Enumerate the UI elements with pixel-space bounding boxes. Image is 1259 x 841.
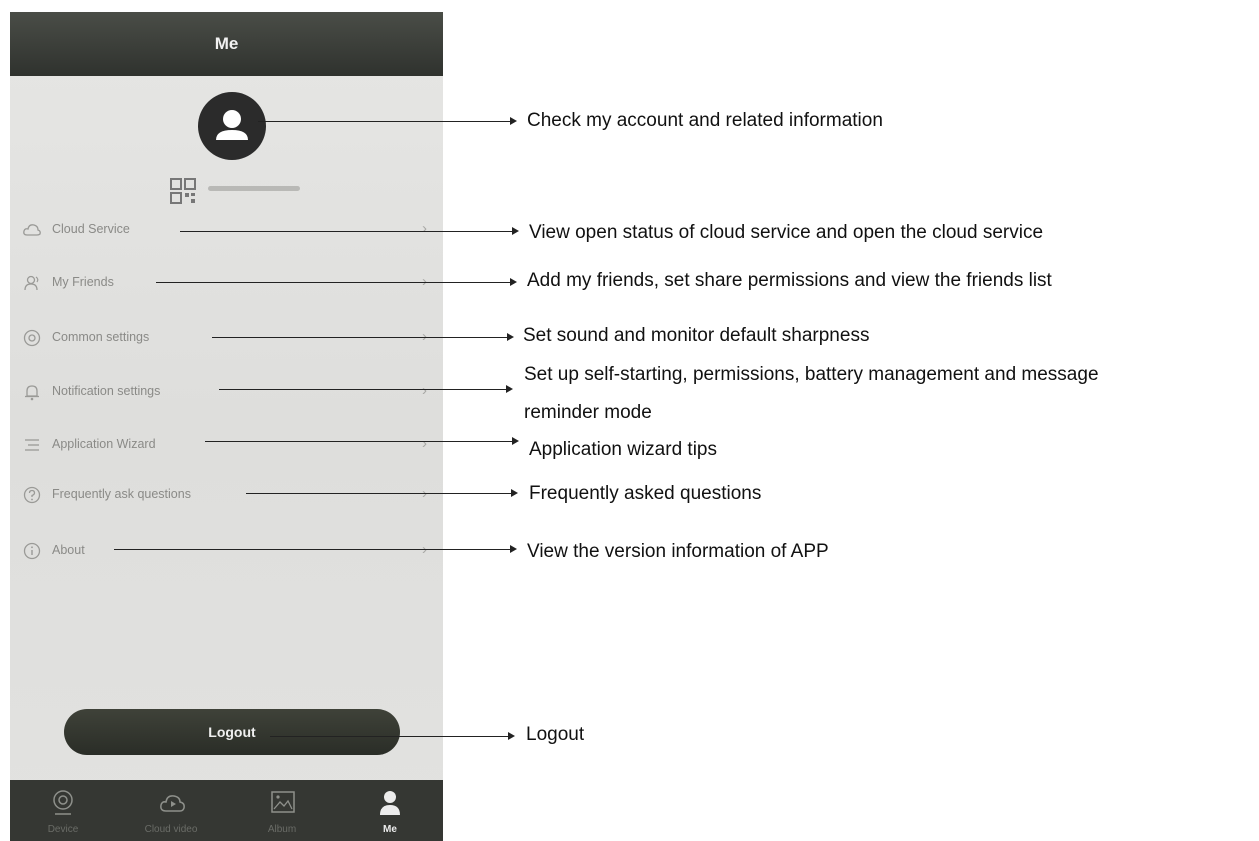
- arrowhead: [512, 437, 519, 445]
- person-icon: [380, 791, 400, 815]
- menu-label: My Friends: [52, 275, 114, 289]
- leader-line: [114, 549, 511, 550]
- menu-label: Application Wizard: [52, 437, 156, 451]
- arrowhead: [507, 333, 514, 341]
- callout-logout: Logout: [526, 724, 585, 745]
- info-icon: [23, 542, 41, 560]
- tab-device[interactable]: Device: [23, 780, 103, 841]
- menu-item-about[interactable]: About ›: [10, 536, 443, 566]
- cloud-video-icon: [160, 795, 185, 812]
- friends-icon: [24, 275, 39, 291]
- arrowhead: [512, 227, 519, 235]
- menu-item-application-wizard[interactable]: Application Wizard ›: [10, 430, 443, 460]
- arrowhead: [510, 117, 517, 125]
- chevron-right-icon: ›: [422, 435, 427, 452]
- leader-line: [270, 736, 509, 737]
- menu-label: Frequently ask questions: [52, 487, 191, 501]
- callout-cloud: View open status of cloud service and op…: [529, 222, 1044, 243]
- app-header: Me: [10, 12, 443, 76]
- album-icon: [271, 791, 295, 813]
- callout-about: View the version information of APP: [527, 541, 829, 562]
- list-icon: [25, 439, 39, 451]
- tab-label: Cloud video: [144, 824, 198, 835]
- menu-label: Common settings: [52, 330, 150, 344]
- tab-album[interactable]: Album: [242, 780, 322, 841]
- settings-icon: [23, 329, 41, 347]
- leader-line: [205, 441, 513, 442]
- arrowhead: [508, 732, 515, 740]
- tab-cloud-video[interactable]: Cloud video: [131, 780, 211, 841]
- account-id: [208, 186, 300, 191]
- camera-icon: [53, 790, 73, 815]
- menu-label: About: [52, 543, 85, 557]
- arrowhead: [506, 385, 513, 393]
- menu-item-notification-settings[interactable]: Notification settings ›: [10, 377, 443, 407]
- person-icon: [216, 110, 248, 140]
- menu-item-common-settings[interactable]: Common settings ›: [10, 323, 443, 353]
- menu-label: Cloud Service: [52, 222, 130, 236]
- arrowhead: [510, 545, 517, 553]
- callout-notification-line2: reminder mode: [524, 402, 652, 423]
- menu-item-faq[interactable]: Frequently ask questions ›: [10, 480, 443, 510]
- menu-label: Notification settings: [52, 384, 161, 398]
- tab-label: Device: [47, 824, 79, 835]
- logout-label: Logout: [208, 724, 256, 740]
- arrowhead: [511, 489, 518, 497]
- question-icon: [23, 486, 41, 504]
- callout-notification-line1: Set up self-starting, permissions, batte…: [524, 364, 1099, 385]
- tab-label: Album: [267, 824, 297, 835]
- cloud-icon: [23, 224, 41, 236]
- avatar[interactable]: [198, 92, 266, 160]
- qr-code-icon[interactable]: [170, 178, 196, 204]
- logout-button[interactable]: Logout: [64, 709, 400, 755]
- leader-line: [258, 121, 511, 122]
- callout-friends: Add my friends, set share permissions an…: [527, 270, 1052, 291]
- bottom-tab-bar: Device Cloud video Album Me: [10, 780, 443, 841]
- menu-item-cloud-service[interactable]: Cloud Service ›: [10, 215, 443, 245]
- page-title: Me: [214, 34, 239, 53]
- callout-wizard: Application wizard tips: [529, 439, 717, 460]
- leader-line: [212, 337, 508, 338]
- chevron-right-icon: ›: [422, 382, 427, 399]
- phone-screen: Me Cloud Service › My Friends ›: [10, 12, 443, 841]
- arrowhead: [510, 278, 517, 286]
- bell-icon: [25, 385, 39, 401]
- tab-me[interactable]: Me: [350, 780, 430, 841]
- callout-account: Check my account and related information: [527, 110, 883, 131]
- leader-line: [219, 389, 507, 390]
- menu-item-my-friends[interactable]: My Friends ›: [10, 268, 443, 298]
- leader-line: [180, 231, 513, 232]
- tab-label: Me: [383, 824, 397, 835]
- leader-line: [246, 493, 512, 494]
- leader-line: [156, 282, 511, 283]
- chevron-right-icon: ›: [422, 220, 427, 237]
- callout-faq: Frequently asked questions: [529, 483, 762, 504]
- callout-common: Set sound and monitor default sharpness: [523, 325, 870, 346]
